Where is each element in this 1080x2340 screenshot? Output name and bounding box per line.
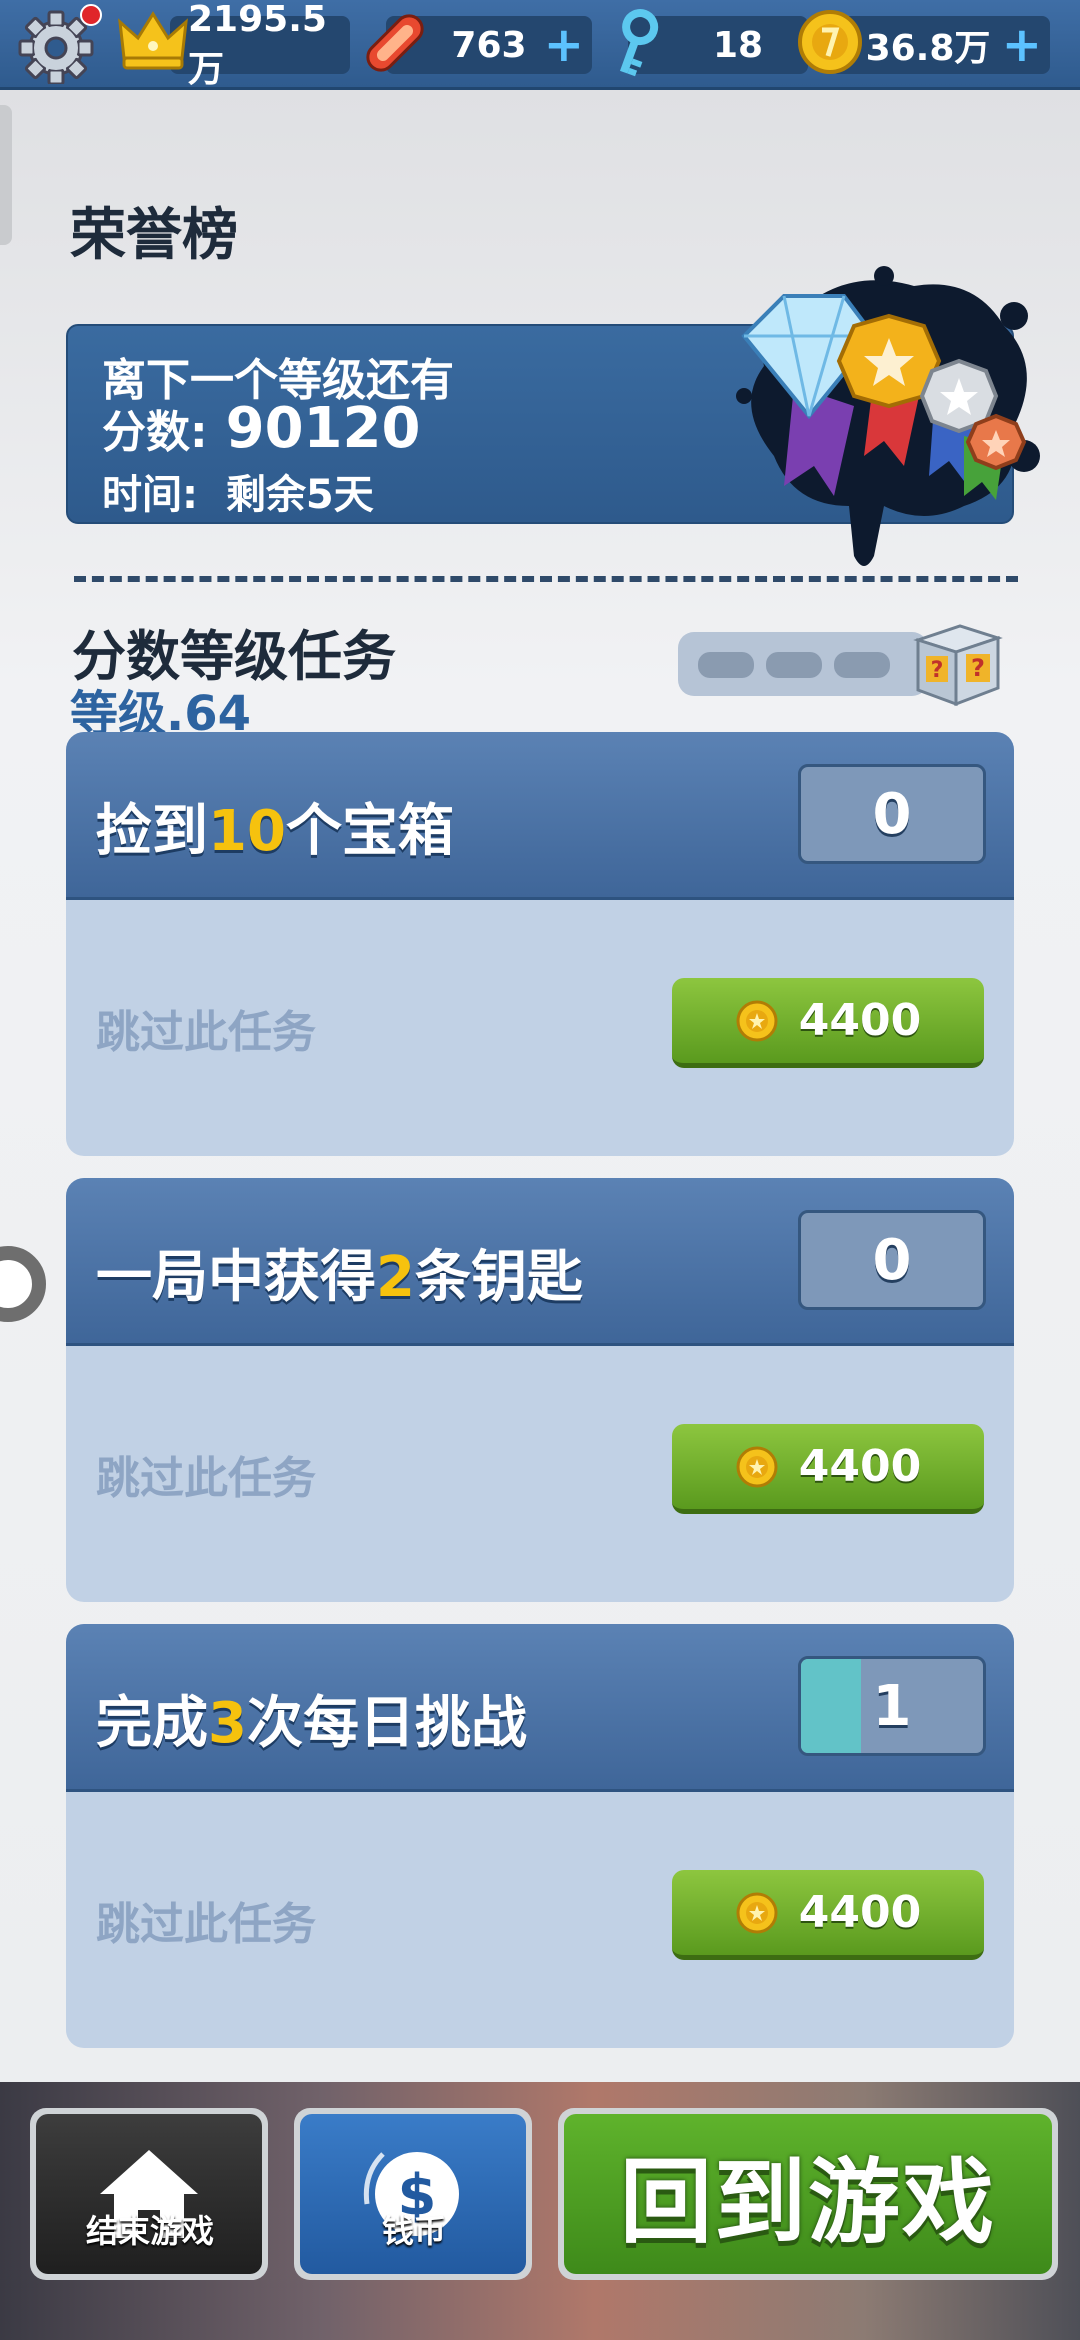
skip-cost: 4400 xyxy=(798,1887,922,1938)
back-to-game-button-face: 回到游戏 xyxy=(564,2114,1052,2274)
skip-task-label: 跳过此任务 xyxy=(96,1453,316,1504)
back-to-game-label: 回到游戏 xyxy=(619,2148,996,2256)
back-to-game-button[interactable]: 回到游戏 xyxy=(558,2108,1058,2280)
coin-value: 36.8万 xyxy=(865,28,991,69)
task-text-post: 次每日挑战 xyxy=(246,1691,527,1756)
coin-icon xyxy=(736,1892,778,1933)
skip-cost: 4400 xyxy=(798,995,922,1046)
coin-icon xyxy=(736,1000,778,1041)
progress-pip xyxy=(698,652,754,678)
coins-label: 钱币 xyxy=(382,2212,447,2250)
hoverboard-value: 763 xyxy=(451,24,527,66)
skip-task-label: 跳过此任务 xyxy=(96,1007,316,1058)
page-title: 荣誉榜 xyxy=(70,203,238,268)
trophy-stat: 2195.5万 xyxy=(170,0,350,90)
svg-text:?: ? xyxy=(931,658,944,683)
task-target-number: 2 xyxy=(376,1245,415,1310)
end-game-label: 结束游戏 xyxy=(86,2212,215,2250)
time-label: 时间: xyxy=(102,472,198,518)
top-status-bar: 2195.5万 763 + 18 36.8万 + xyxy=(0,0,1080,90)
add-hoverboard-button[interactable]: + xyxy=(544,21,584,69)
task-progress-count: 0 xyxy=(872,781,912,847)
task-progress-box: 0 xyxy=(798,1210,986,1310)
task-header: 完成3次每日挑战 1 xyxy=(66,1624,1014,1792)
coins-shop-button[interactable]: $ xyxy=(294,2108,532,2280)
task-target-number: 10 xyxy=(208,799,286,864)
task-text-pre: 捡到 xyxy=(96,799,208,864)
task-description: 捡到10个宝箱 xyxy=(96,786,454,867)
skip-task-button[interactable]: 4400 xyxy=(672,1424,984,1514)
add-coins-button[interactable]: + xyxy=(1002,21,1042,69)
progress-pip xyxy=(766,652,822,678)
task-description: 完成3次每日挑战 xyxy=(96,1678,527,1759)
task-card: 一局中获得2条钥匙 0 跳过此任务 4400 xyxy=(66,1178,1014,1602)
task-text-pre: 完成 xyxy=(96,1691,208,1756)
key-value: 18 xyxy=(712,24,764,66)
task-card: 完成3次每日挑战 1 跳过此任务 4400 xyxy=(66,1624,1014,2048)
skip-task-button[interactable]: 4400 xyxy=(672,1870,984,1960)
task-text-post: 条钥匙 xyxy=(414,1245,583,1310)
left-edge-tab xyxy=(0,105,12,245)
score-line: 分数: 90120 xyxy=(102,396,420,461)
task-progress-count: 0 xyxy=(872,1227,912,1293)
end-game-button[interactable] xyxy=(30,2108,268,2280)
progress-pip xyxy=(834,652,890,678)
medals-icon xyxy=(736,266,1040,566)
coin-icon xyxy=(798,10,862,74)
task-progress-count: 1 xyxy=(872,1673,912,1739)
task-text-pre: 一局中获得 xyxy=(96,1245,376,1310)
crown-icon xyxy=(118,11,188,70)
task-header: 捡到10个宝箱 0 xyxy=(66,732,1014,900)
skip-task-label: 跳过此任务 xyxy=(96,1899,316,1950)
mystery-box-icon[interactable]: ? ? xyxy=(908,616,1004,710)
time-value: 剩余5天 xyxy=(225,472,374,518)
score-value: 90120 xyxy=(225,396,421,461)
section-divider xyxy=(74,576,1018,582)
task-card: 捡到10个宝箱 0 跳过此任务 4400 xyxy=(66,732,1014,1156)
notification-dot xyxy=(80,4,102,26)
task-text-post: 个宝箱 xyxy=(285,799,454,864)
skip-cost: 4400 xyxy=(798,1441,922,1492)
task-progress-box: 1 xyxy=(798,1656,986,1756)
trophy-value: 2195.5万 xyxy=(188,0,327,90)
task-description: 一局中获得2条钥匙 xyxy=(96,1232,583,1313)
time-line: 时间: 剩余5天 xyxy=(102,462,374,520)
hoverboard-icon xyxy=(366,14,424,72)
key-icon xyxy=(619,9,659,77)
task-header: 一局中获得2条钥匙 0 xyxy=(66,1178,1014,1346)
task-progress-box: 0 xyxy=(798,764,986,864)
skip-task-button[interactable]: 4400 xyxy=(672,978,984,1068)
task-target-number: 3 xyxy=(208,1691,247,1756)
level-progress-bar xyxy=(678,632,928,696)
svg-text:?: ? xyxy=(971,654,985,682)
score-label: 分数: xyxy=(102,407,208,458)
coin-icon xyxy=(736,1446,778,1487)
